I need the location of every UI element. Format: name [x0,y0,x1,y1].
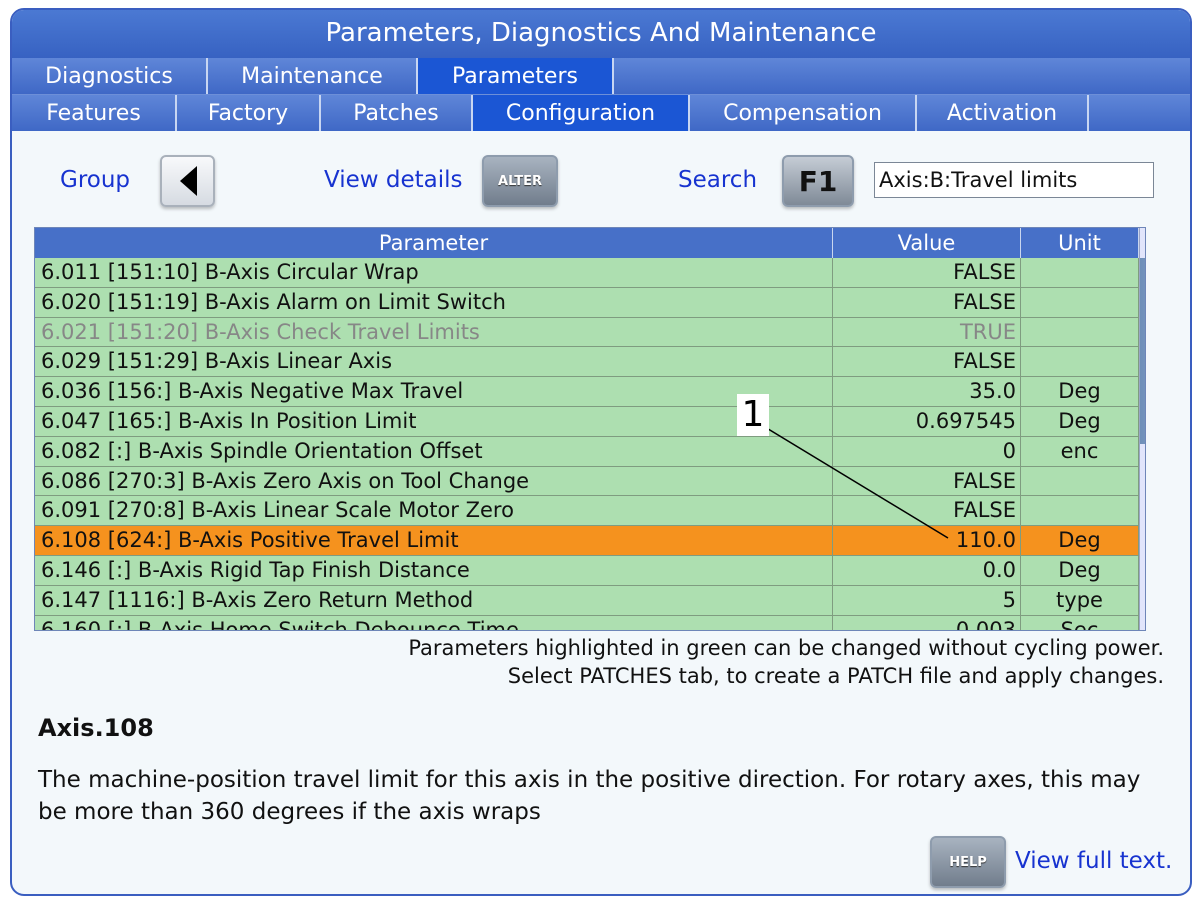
table-row[interactable]: 6.146 [:] B-Axis Rigid Tap Finish Distan… [35,555,1139,586]
callout-number: 1 [737,394,769,436]
detail-title: Axis.108 [38,714,154,742]
table-row-selected[interactable]: 6.108 [624:] B-Axis Positive Travel Limi… [35,526,1139,556]
value-cell: 0.697545 [833,406,1021,436]
scrollbar-thumb[interactable] [1140,258,1145,444]
tab-bar-filler [614,58,1190,94]
tab-maintenance[interactable]: Maintenance [208,58,418,94]
value-cell: 0.0 [833,555,1021,585]
main-tab-bar: Diagnostics Maintenance Parameters [12,58,1190,94]
unit-cell: Deg [1021,377,1139,406]
table-row[interactable]: 6.020 [151:19] B-Axis Alarm on Limit Swi… [35,287,1139,318]
value-cell: FALSE [833,347,1021,377]
parameter-cell: 6.020 [151:19] B-Axis Alarm on Limit Swi… [35,287,833,317]
column-header-value[interactable]: Value [833,228,1021,258]
help-key-button[interactable]: HELP [930,836,1006,888]
sub-tab-bar-filler [1089,95,1190,131]
patches-note: Select PATCHES tab, to create a PATCH fi… [507,664,1164,688]
tab-diagnostics[interactable]: Diagnostics [12,58,208,94]
parameter-cell: 6.047 [165:] B-Axis In Position Limit [35,406,833,436]
view-full-text-link[interactable]: View full text. [1015,848,1172,874]
triangle-left-icon [179,166,197,196]
column-header-unit[interactable]: Unit [1021,228,1139,258]
table-row[interactable]: 6.160 [:] B-Axis Home Switch Debounce Ti… [35,615,1139,630]
parameter-cell: 6.082 [:] B-Axis Spindle Orientation Off… [35,436,833,466]
parameter-cell: 6.108 [624:] B-Axis Positive Travel Limi… [35,526,833,555]
unit-cell [1021,258,1139,287]
value-cell: FALSE [833,258,1021,287]
tab-activation[interactable]: Activation [917,95,1089,131]
parameter-cell: 6.160 [:] B-Axis Home Switch Debounce Ti… [35,615,833,630]
tab-configuration[interactable]: Configuration [473,95,690,131]
detail-description: The machine-position travel limit for th… [38,767,1141,825]
group-label: Group [60,167,131,193]
unit-cell [1021,347,1139,377]
table-row[interactable]: 6.011 [151:10] B-Axis Circular Wrap FALSE [35,258,1139,288]
unit-cell [1021,466,1139,496]
unit-cell [1021,287,1139,317]
value-cell: FALSE [833,287,1021,317]
group-prev-button[interactable] [160,155,215,207]
parameter-table: Parameter Value Unit 6.011 [151:10] B-Ax… [34,227,1146,631]
unit-cell [1021,496,1139,526]
window-title: Parameters, Diagnostics And Maintenance [12,10,1190,58]
f1-key-button[interactable]: F1 [782,155,854,207]
parameter-cell: 6.011 [151:10] B-Axis Circular Wrap [35,258,833,287]
parameter-cell: 6.021 [151:20] B-Axis Check Travel Limit… [35,317,833,347]
value-cell: 5 [833,585,1021,615]
unit-cell [1021,317,1139,347]
parameters-window: Parameters, Diagnostics And Maintenance … [10,8,1192,896]
value-cell: 0.003 [833,615,1021,630]
table-row[interactable]: 6.086 [270:3] B-Axis Zero Axis on Tool C… [35,466,1139,497]
tab-features[interactable]: Features [12,95,177,131]
value-cell: FALSE [833,496,1021,526]
value-cell: 0 [833,436,1021,466]
tab-factory[interactable]: Factory [177,95,321,131]
view-details-label: View details [324,167,463,193]
table-row[interactable]: 6.082 [:] B-Axis Spindle Orientation Off… [35,436,1139,467]
search-label: Search [678,167,758,193]
parameter-cell: 6.086 [270:3] B-Axis Zero Axis on Tool C… [35,466,833,496]
table-header: Parameter Value Unit [35,228,1139,258]
value-cell: 35.0 [833,377,1021,406]
parameter-cell: 6.091 [270:8] B-Axis Linear Scale Motor … [35,496,833,526]
sub-tab-bar: Features Factory Patches Configuration C… [12,94,1190,131]
unit-cell: enc [1021,436,1139,466]
unit-cell: Sec [1021,615,1139,630]
table-row[interactable]: 6.029 [151:29] B-Axis Linear Axis FALSE [35,347,1139,378]
column-header-parameter[interactable]: Parameter [35,228,833,258]
tab-compensation[interactable]: Compensation [690,95,917,131]
parameter-cell: 6.147 [1116:] B-Axis Zero Return Method [35,585,833,615]
table-row[interactable]: 6.091 [270:8] B-Axis Linear Scale Motor … [35,496,1139,527]
table-row[interactable]: 6.036 [156:] B-Axis Negative Max Travel 3… [35,377,1139,407]
table-row[interactable]: 6.021 [151:20] B-Axis Check Travel Limit… [35,317,1139,348]
value-cell: 110.0 [833,526,1021,555]
unit-cell: Deg [1021,526,1139,555]
table-row[interactable]: 6.147 [1116:] B-Axis Zero Return Method 5… [35,585,1139,616]
value-cell: FALSE [833,466,1021,496]
tab-patches[interactable]: Patches [321,95,473,131]
unit-cell: Deg [1021,555,1139,585]
unit-cell: type [1021,585,1139,615]
parameter-cell: 6.036 [156:] B-Axis Negative Max Travel [35,377,833,406]
search-input[interactable] [874,162,1154,198]
table-scrollbar[interactable] [1139,228,1145,630]
green-highlight-note: Parameters highlighted in green can be c… [408,636,1164,660]
alter-key-button[interactable]: ALTER [482,155,558,207]
unit-cell: Deg [1021,406,1139,436]
parameter-cell: 6.029 [151:29] B-Axis Linear Axis [35,347,833,377]
value-cell: TRUE [833,317,1021,347]
parameter-cell: 6.146 [:] B-Axis Rigid Tap Finish Distan… [35,555,833,585]
table-body: 6.011 [151:10] B-Axis Circular Wrap FALSE… [35,258,1139,630]
table-row[interactable]: 6.047 [165:] B-Axis In Position Limit 0.6… [35,406,1139,437]
tab-parameters[interactable]: Parameters [418,58,614,94]
